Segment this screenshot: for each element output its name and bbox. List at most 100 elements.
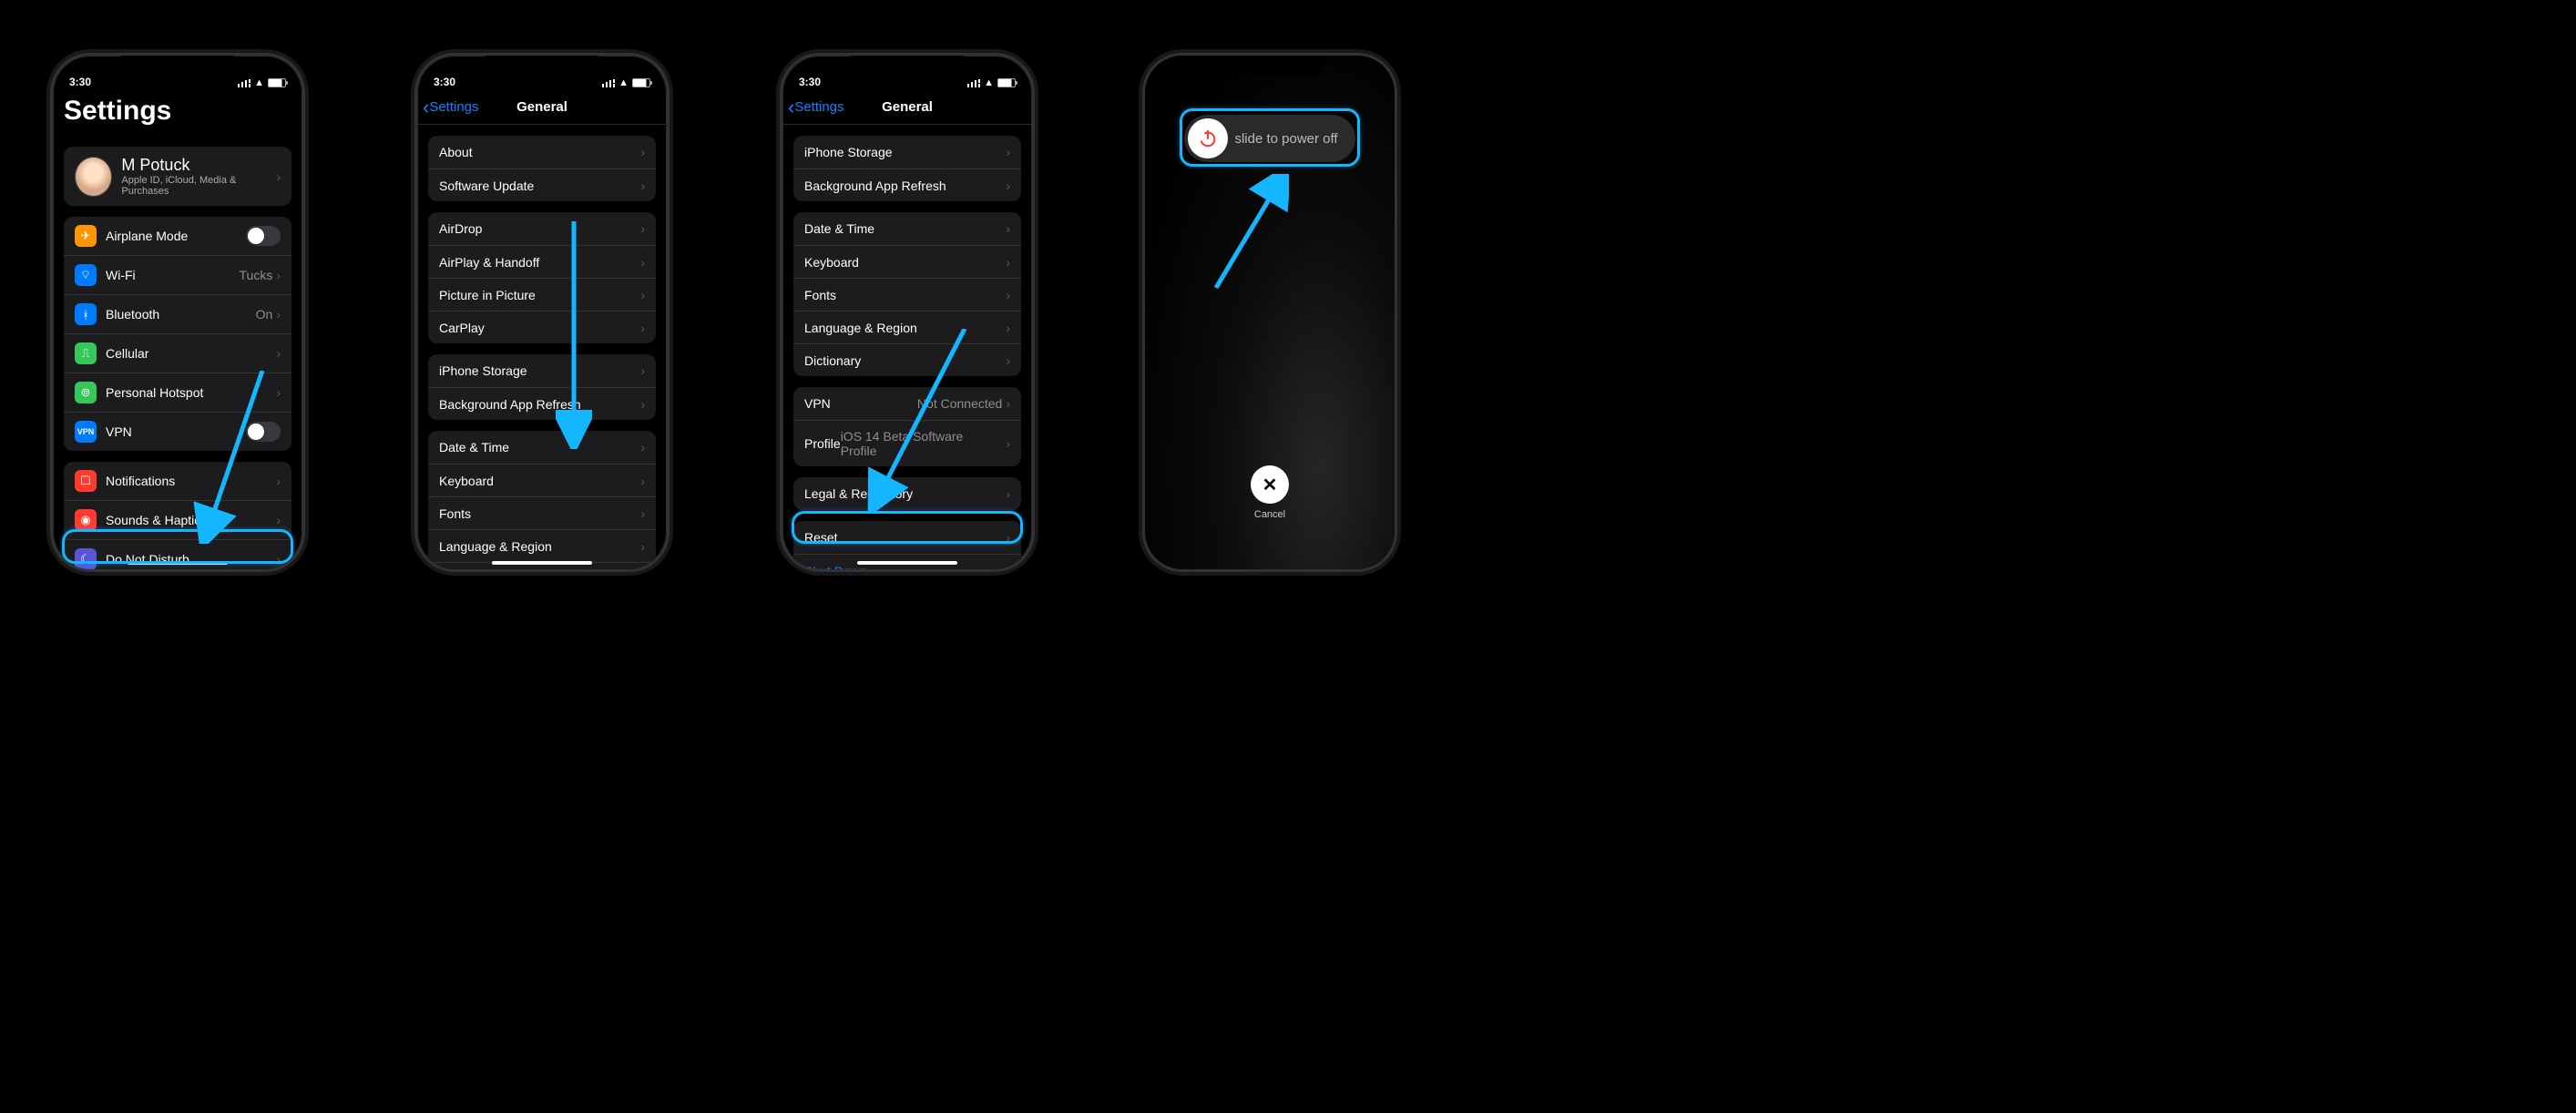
chevron-right-icon: ›	[276, 513, 281, 527]
row-label: Picture in Picture	[439, 288, 640, 302]
chevron-right-icon: ›	[1006, 396, 1010, 411]
chevron-right-icon: ›	[1006, 353, 1010, 368]
row-fonts[interactable]: Fonts›	[793, 278, 1021, 311]
row-iphone-storage[interactable]: iPhone Storage›	[793, 136, 1021, 168]
row-label: AirDrop	[439, 221, 640, 236]
sound-icon: ◉	[75, 509, 97, 531]
row-software-update[interactable]: Software Update›	[428, 168, 656, 201]
row-airplane-mode[interactable]: ✈︎Airplane Mode	[64, 217, 291, 255]
row-label: Date & Time	[439, 440, 640, 454]
power-knob[interactable]	[1188, 118, 1228, 158]
iphone-power-off: slide to power off ✕ Cancel	[1142, 53, 1397, 572]
chevron-right-icon: ›	[640, 288, 645, 302]
toggle-switch[interactable]	[246, 226, 281, 246]
row-picture-in-picture[interactable]: Picture in Picture›	[428, 278, 656, 311]
power-icon	[1198, 128, 1218, 148]
profile-subtitle: Apple ID, iCloud, Media & Purchases	[121, 175, 276, 197]
row-label: Profile	[804, 436, 841, 451]
row-value: Not Connected	[917, 396, 1002, 411]
chevron-right-icon: ›	[640, 321, 645, 335]
nav-title: General	[882, 99, 933, 115]
cellular-bars-icon	[967, 79, 980, 87]
row-do-not-disturb[interactable]: ☾Do Not Disturb›	[64, 539, 291, 572]
row-dictionary[interactable]: Dictionary›	[793, 343, 1021, 376]
battery-icon	[997, 78, 1016, 87]
home-indicator[interactable]	[857, 561, 957, 565]
chevron-right-icon: ›	[640, 221, 645, 236]
toggle-switch[interactable]	[246, 422, 281, 442]
row-background-app-refresh[interactable]: Background App Refresh›	[428, 387, 656, 420]
close-icon: ✕	[1251, 465, 1289, 504]
row-bluetooth[interactable]: ᚼBluetoothOn›	[64, 294, 291, 333]
row-reset[interactable]: Reset›	[793, 521, 1021, 554]
row-date-time[interactable]: Date & Time›	[793, 212, 1021, 245]
wifi-icon: ▲	[254, 77, 264, 88]
row-background-app-refresh[interactable]: Background App Refresh›	[793, 168, 1021, 201]
row-value: On	[256, 307, 273, 322]
row-label: Fonts	[439, 506, 640, 521]
wifi-icon: ⌔	[75, 264, 97, 286]
row-label: Background App Refresh	[439, 397, 640, 412]
row-label: Dictionary	[804, 353, 1006, 368]
row-language-region[interactable]: Language & Region›	[428, 529, 656, 562]
row-iphone-storage[interactable]: iPhone Storage›	[428, 354, 656, 387]
row-notifications[interactable]: ☐Notifications›	[64, 462, 291, 500]
row-about[interactable]: About›	[428, 136, 656, 168]
row-carplay[interactable]: CarPlay›	[428, 311, 656, 343]
chevron-right-icon: ›	[640, 255, 645, 270]
row-fonts[interactable]: Fonts›	[428, 496, 656, 529]
chevron-right-icon: ›	[1006, 530, 1010, 545]
row-value: Tucks	[240, 268, 273, 282]
wifi-icon: ▲	[618, 77, 629, 88]
apple-id-row[interactable]: M Potuck Apple ID, iCloud, Media & Purch…	[64, 147, 291, 206]
row-label: Personal Hotspot	[106, 385, 276, 400]
iphone-general-bottom: 3:30 ▲ ‹ Settings General iPhone Storage…	[780, 53, 1035, 572]
slide-label: slide to power off	[1228, 131, 1352, 147]
row-date-time[interactable]: Date & Time›	[428, 431, 656, 464]
notch	[1213, 56, 1326, 76]
home-indicator[interactable]	[492, 561, 592, 565]
row-keyboard[interactable]: Keyboard›	[793, 245, 1021, 278]
back-button[interactable]: ‹ Settings	[423, 96, 479, 119]
row-personal-hotspot[interactable]: ⊚Personal Hotspot›	[64, 373, 291, 412]
row-keyboard[interactable]: Keyboard›	[428, 464, 656, 496]
general-scroll[interactable]: iPhone Storage›Background App Refresh› D…	[782, 125, 1032, 569]
chevron-right-icon: ›	[640, 474, 645, 488]
row-label: About	[439, 145, 640, 159]
notch	[121, 56, 234, 76]
cancel-button[interactable]: ✕ Cancel	[1251, 465, 1289, 520]
chevron-right-icon: ›	[1006, 179, 1010, 193]
row-airdrop[interactable]: AirDrop›	[428, 212, 656, 245]
row-sounds-haptics[interactable]: ◉Sounds & Haptics›	[64, 500, 291, 539]
wifi-icon: ▲	[984, 77, 994, 88]
row-profile[interactable]: ProfileiOS 14 Beta Software Profile›	[793, 420, 1021, 466]
row-cellular[interactable]: ⎍Cellular›	[64, 333, 291, 373]
row-label: Cellular	[106, 346, 276, 361]
row-label: CarPlay	[439, 321, 640, 335]
general-scroll[interactable]: About›Software Update› AirDrop›AirPlay &…	[417, 125, 667, 569]
row-label: Bluetooth	[106, 307, 256, 322]
bell-icon: ☐	[75, 470, 97, 492]
row-label: VPN	[804, 396, 917, 411]
row-airplay-handoff[interactable]: AirPlay & Handoff›	[428, 245, 656, 278]
row-vpn[interactable]: VPNVPN	[64, 412, 291, 451]
slide-to-power-off[interactable]: slide to power off	[1184, 115, 1355, 162]
chevron-right-icon: ›	[640, 539, 645, 554]
row-wi-fi[interactable]: ⌔Wi-FiTucks›	[64, 255, 291, 294]
chevron-right-icon: ›	[276, 268, 281, 282]
row-value: iOS 14 Beta Software Profile	[841, 429, 1003, 458]
row-label: Keyboard	[804, 255, 1006, 270]
bluetooth-icon: ᚼ	[75, 303, 97, 325]
row-label: Legal & Regulatory	[804, 486, 1006, 501]
row-language-region[interactable]: Language & Region›	[793, 311, 1021, 343]
home-indicator[interactable]	[128, 561, 228, 565]
chevron-right-icon: ›	[276, 474, 281, 488]
row-label: Fonts	[804, 288, 1006, 302]
settings-scroll[interactable]: M Potuck Apple ID, iCloud, Media & Purch…	[53, 136, 302, 572]
row-vpn[interactable]: VPNNot Connected ›	[793, 387, 1021, 420]
iphone-general-top: 3:30 ▲ ‹ Settings General About›Software…	[414, 53, 670, 572]
chevron-right-icon: ›	[276, 346, 281, 361]
row-legal-regulatory[interactable]: Legal & Regulatory›	[793, 477, 1021, 510]
back-button[interactable]: ‹ Settings	[788, 96, 844, 119]
vpn-icon: VPN	[75, 421, 97, 443]
